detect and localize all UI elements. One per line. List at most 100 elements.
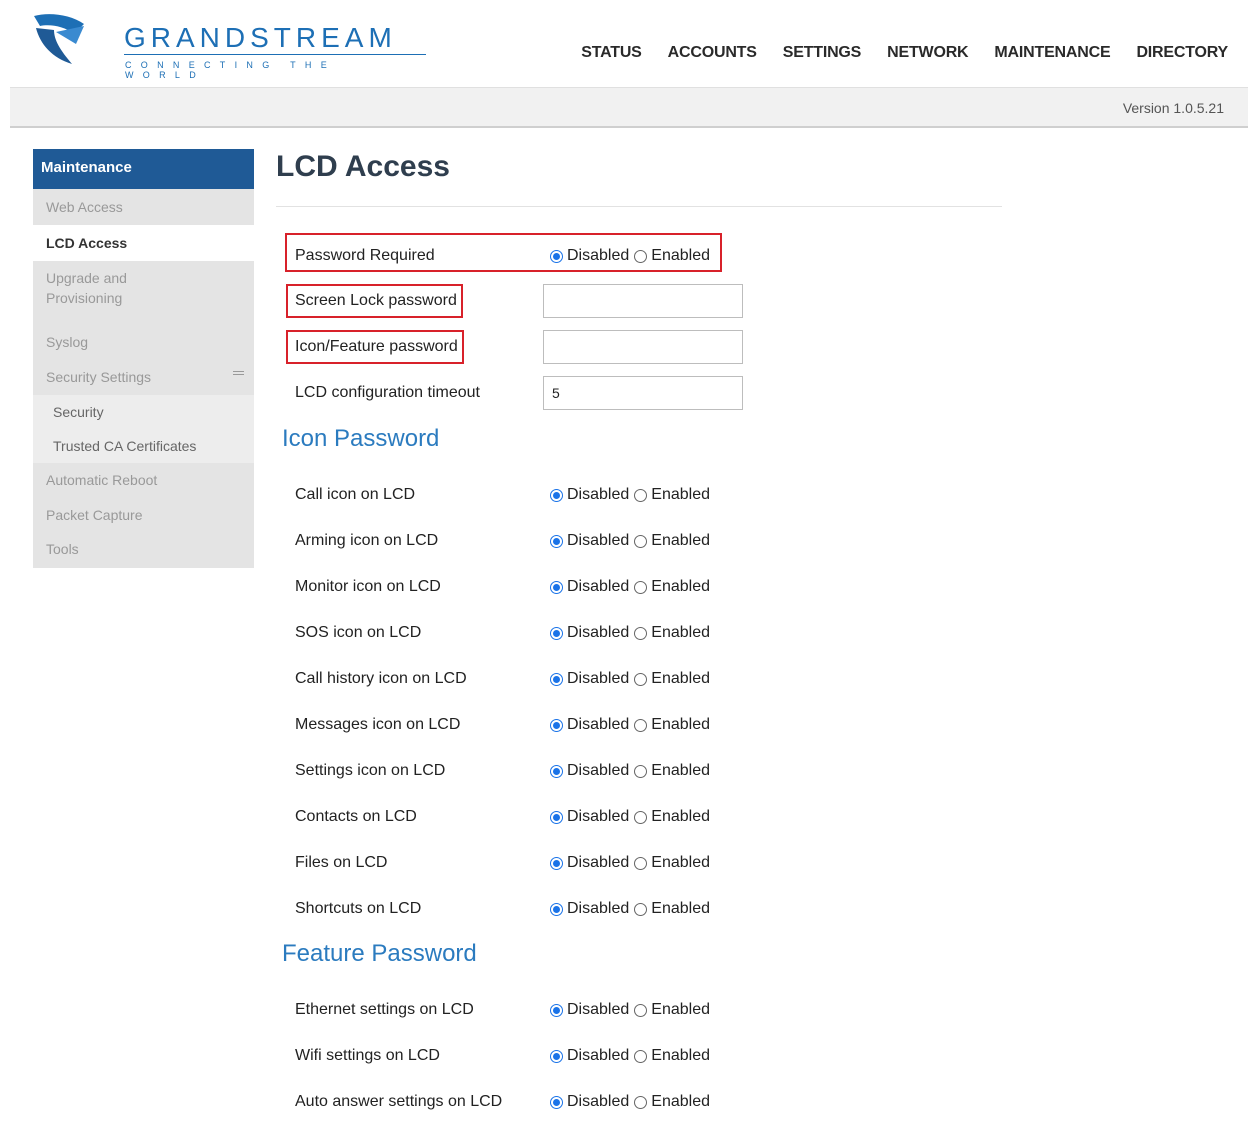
radio-disabled[interactable] — [550, 1004, 563, 1017]
nav-status[interactable]: STATUS — [581, 44, 642, 62]
radio-disabled-label: Disabled — [567, 716, 630, 733]
sidebar-item-web-access[interactable]: Web Access — [33, 189, 254, 225]
brand-underline — [124, 54, 426, 55]
main-content: LCD Access Password Required Disabled En… — [276, 149, 1002, 1110]
radio-disabled[interactable] — [550, 1050, 563, 1063]
radio-disabled[interactable] — [550, 673, 563, 686]
radio-enabled-label: Enabled — [651, 808, 710, 825]
radio-disabled-label: Disabled — [567, 486, 630, 503]
sidebar-item-packet-capture[interactable]: Packet Capture — [33, 498, 254, 532]
grandstream-logo[interactable]: GRANDSTREAM CONNECTING THE WORLD — [30, 10, 426, 80]
radio-enabled[interactable] — [634, 581, 648, 594]
icon-feature-password-input[interactable] — [543, 330, 743, 364]
feature-row-radios: Disabled Enabled — [550, 1093, 715, 1111]
sidebar-item-label: Security Settings — [46, 369, 152, 385]
icon-row-radios: Disabled Enabled — [550, 762, 715, 780]
highlight-box — [286, 284, 463, 318]
lcd-config-timeout-label: LCD configuration timeout — [295, 384, 480, 401]
radio-enabled[interactable] — [634, 719, 648, 732]
icon-row-radios: Disabled Enabled — [550, 624, 715, 642]
sidebar-item-lcd-access[interactable]: LCD Access — [33, 225, 254, 261]
nav-network[interactable]: NETWORK — [887, 44, 968, 62]
radio-disabled[interactable] — [550, 857, 563, 870]
radio-disabled[interactable] — [550, 765, 563, 778]
radio-enabled-label: Enabled — [651, 578, 710, 595]
sidebar-item-automatic-reboot[interactable]: Automatic Reboot — [33, 463, 254, 498]
radio-disabled-label: Disabled — [567, 670, 630, 687]
icon-row-label: Settings icon on LCD — [295, 762, 446, 779]
radio-disabled[interactable] — [550, 627, 563, 640]
radio-enabled[interactable] — [634, 1050, 648, 1063]
radio-disabled-label: Disabled — [567, 1047, 630, 1064]
radio-enabled[interactable] — [634, 765, 648, 778]
sidebar-list: Web Access LCD Access Upgrade and Provis… — [33, 189, 254, 568]
radio-disabled[interactable] — [550, 903, 563, 916]
icon-row-label: Contacts on LCD — [295, 808, 417, 825]
radio-disabled[interactable] — [550, 535, 563, 548]
nav-settings[interactable]: SETTINGS — [783, 44, 862, 62]
top-nav: STATUS ACCOUNTS SETTINGS NETWORK MAINTEN… — [555, 44, 1228, 62]
radio-disabled-label: Disabled — [567, 762, 630, 779]
sidebar-item-tools[interactable]: Tools — [33, 532, 254, 568]
radio-disabled[interactable] — [550, 489, 563, 502]
icon-row-label: Files on LCD — [295, 854, 388, 871]
icon-row: Shortcuts on LCD Disabled Enabled — [276, 892, 1002, 928]
icon-row: Monitor icon on LCD Disabled Enabled — [276, 570, 1002, 606]
screen-lock-password-input[interactable] — [543, 284, 743, 318]
icon-row-radios: Disabled Enabled — [550, 854, 715, 872]
sidebar-item-trusted-ca[interactable]: Trusted CA Certificates — [33, 429, 254, 463]
icon-row: Messages icon on LCD Disabled Enabled — [276, 708, 1002, 744]
radio-enabled-label: Enabled — [651, 1001, 710, 1018]
radio-enabled-label: Enabled — [651, 716, 710, 733]
radio-disabled-label: Disabled — [567, 1093, 630, 1110]
icon-row: Call icon on LCD Disabled Enabled — [276, 478, 1002, 514]
radio-disabled[interactable] — [550, 719, 563, 732]
radio-enabled[interactable] — [634, 535, 648, 548]
icon-row-label: SOS icon on LCD — [295, 624, 422, 641]
lcd-config-timeout-input[interactable] — [543, 376, 743, 410]
feature-row-label: Auto answer settings on LCD — [295, 1093, 503, 1110]
highlight-box — [285, 233, 722, 272]
page-title: LCD Access — [276, 150, 450, 183]
sidebar-item-upgrade-provisioning[interactable]: Upgrade and Provisioning — [33, 261, 199, 325]
logo-icon — [34, 14, 84, 64]
radio-enabled[interactable] — [634, 489, 648, 502]
nav-directory[interactable]: DIRECTORY — [1136, 44, 1228, 62]
feature-password-heading: Feature Password — [282, 940, 477, 967]
version-text: Version 1.0.5.21 — [1122, 100, 1224, 116]
radio-enabled-label: Enabled — [651, 532, 710, 549]
sidebar-item-syslog[interactable]: Syslog — [33, 325, 254, 360]
icon-row-label: Call history icon on LCD — [295, 670, 467, 687]
radio-enabled-label: Enabled — [651, 624, 710, 641]
radio-enabled[interactable] — [634, 811, 648, 824]
nav-maintenance[interactable]: MAINTENANCE — [994, 44, 1110, 62]
radio-enabled[interactable] — [634, 673, 648, 686]
radio-enabled[interactable] — [634, 1096, 648, 1109]
radio-disabled[interactable] — [550, 811, 563, 824]
highlight-box — [286, 330, 464, 364]
feature-row-label: Ethernet settings on LCD — [295, 1001, 474, 1018]
radio-disabled[interactable] — [550, 1096, 563, 1109]
sidebar-item-security-settings[interactable]: Security Settings — [33, 360, 254, 395]
sidebar-item-security[interactable]: Security — [33, 395, 254, 429]
radio-enabled[interactable] — [634, 627, 648, 640]
icon-row-radios: Disabled Enabled — [550, 486, 715, 504]
nav-accounts[interactable]: ACCOUNTS — [668, 44, 757, 62]
radio-disabled[interactable] — [550, 581, 563, 594]
icon-row-radios: Disabled Enabled — [550, 900, 715, 918]
radio-enabled-label: Enabled — [651, 854, 710, 871]
icon-password-heading: Icon Password — [282, 425, 440, 452]
radio-enabled-label: Enabled — [651, 762, 710, 779]
radio-enabled[interactable] — [634, 903, 648, 916]
version-bar: Version 1.0.5.21 — [10, 87, 1248, 128]
radio-enabled-label: Enabled — [651, 670, 710, 687]
radio-enabled[interactable] — [634, 1004, 648, 1017]
feature-row: Auto answer settings on LCD Disabled Ena… — [276, 1085, 1002, 1121]
collapse-icon[interactable] — [233, 371, 244, 375]
radio-disabled-label: Disabled — [567, 532, 630, 549]
radio-enabled[interactable] — [634, 857, 648, 870]
radio-disabled-label: Disabled — [567, 578, 630, 595]
lcd-config-timeout-row: LCD configuration timeout — [276, 376, 1002, 412]
radio-enabled-label: Enabled — [651, 900, 710, 917]
icon-row-radios: Disabled Enabled — [550, 532, 715, 550]
